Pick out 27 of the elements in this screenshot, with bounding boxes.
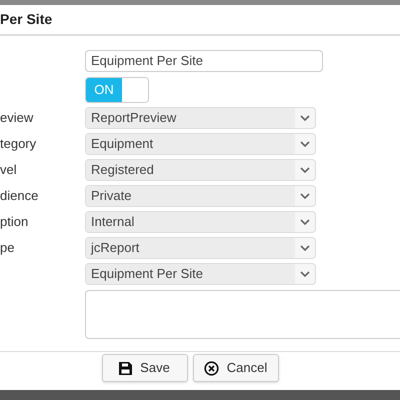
field-label: eview <box>0 110 34 126</box>
name-field[interactable]: Equipment Per Site <box>85 50 323 72</box>
save-icon <box>119 362 132 374</box>
chevron-down-icon <box>300 218 310 226</box>
select-field[interactable]: jcReport <box>85 237 316 259</box>
field-label: pe <box>0 240 14 256</box>
dialog-title: Per Site <box>0 10 52 29</box>
text-area[interactable] <box>85 290 400 339</box>
select-field[interactable]: Internal <box>85 211 316 233</box>
field-label: tegory <box>0 136 36 152</box>
chevron-down-icon <box>300 270 310 278</box>
chevron-down-icon <box>300 192 310 200</box>
chevron-down-icon <box>300 166 310 174</box>
field-label: ption <box>0 214 28 230</box>
close-icon <box>204 360 219 376</box>
select-field[interactable]: Equipment Per Site <box>85 263 316 285</box>
field-label: vel <box>0 162 17 178</box>
chevron-down-icon <box>300 140 310 148</box>
chevron-down-icon <box>300 244 310 252</box>
select-field[interactable]: Private <box>85 185 316 207</box>
select-field[interactable]: ReportPreview <box>85 107 316 129</box>
save-button[interactable]: Save <box>102 354 188 382</box>
chevron-down-icon <box>300 114 310 122</box>
select-field[interactable]: Equipment <box>85 133 316 155</box>
cancel-button[interactable]: Cancel <box>192 354 278 382</box>
select-field[interactable]: Registered <box>85 159 316 181</box>
field-label: dience <box>0 188 38 204</box>
